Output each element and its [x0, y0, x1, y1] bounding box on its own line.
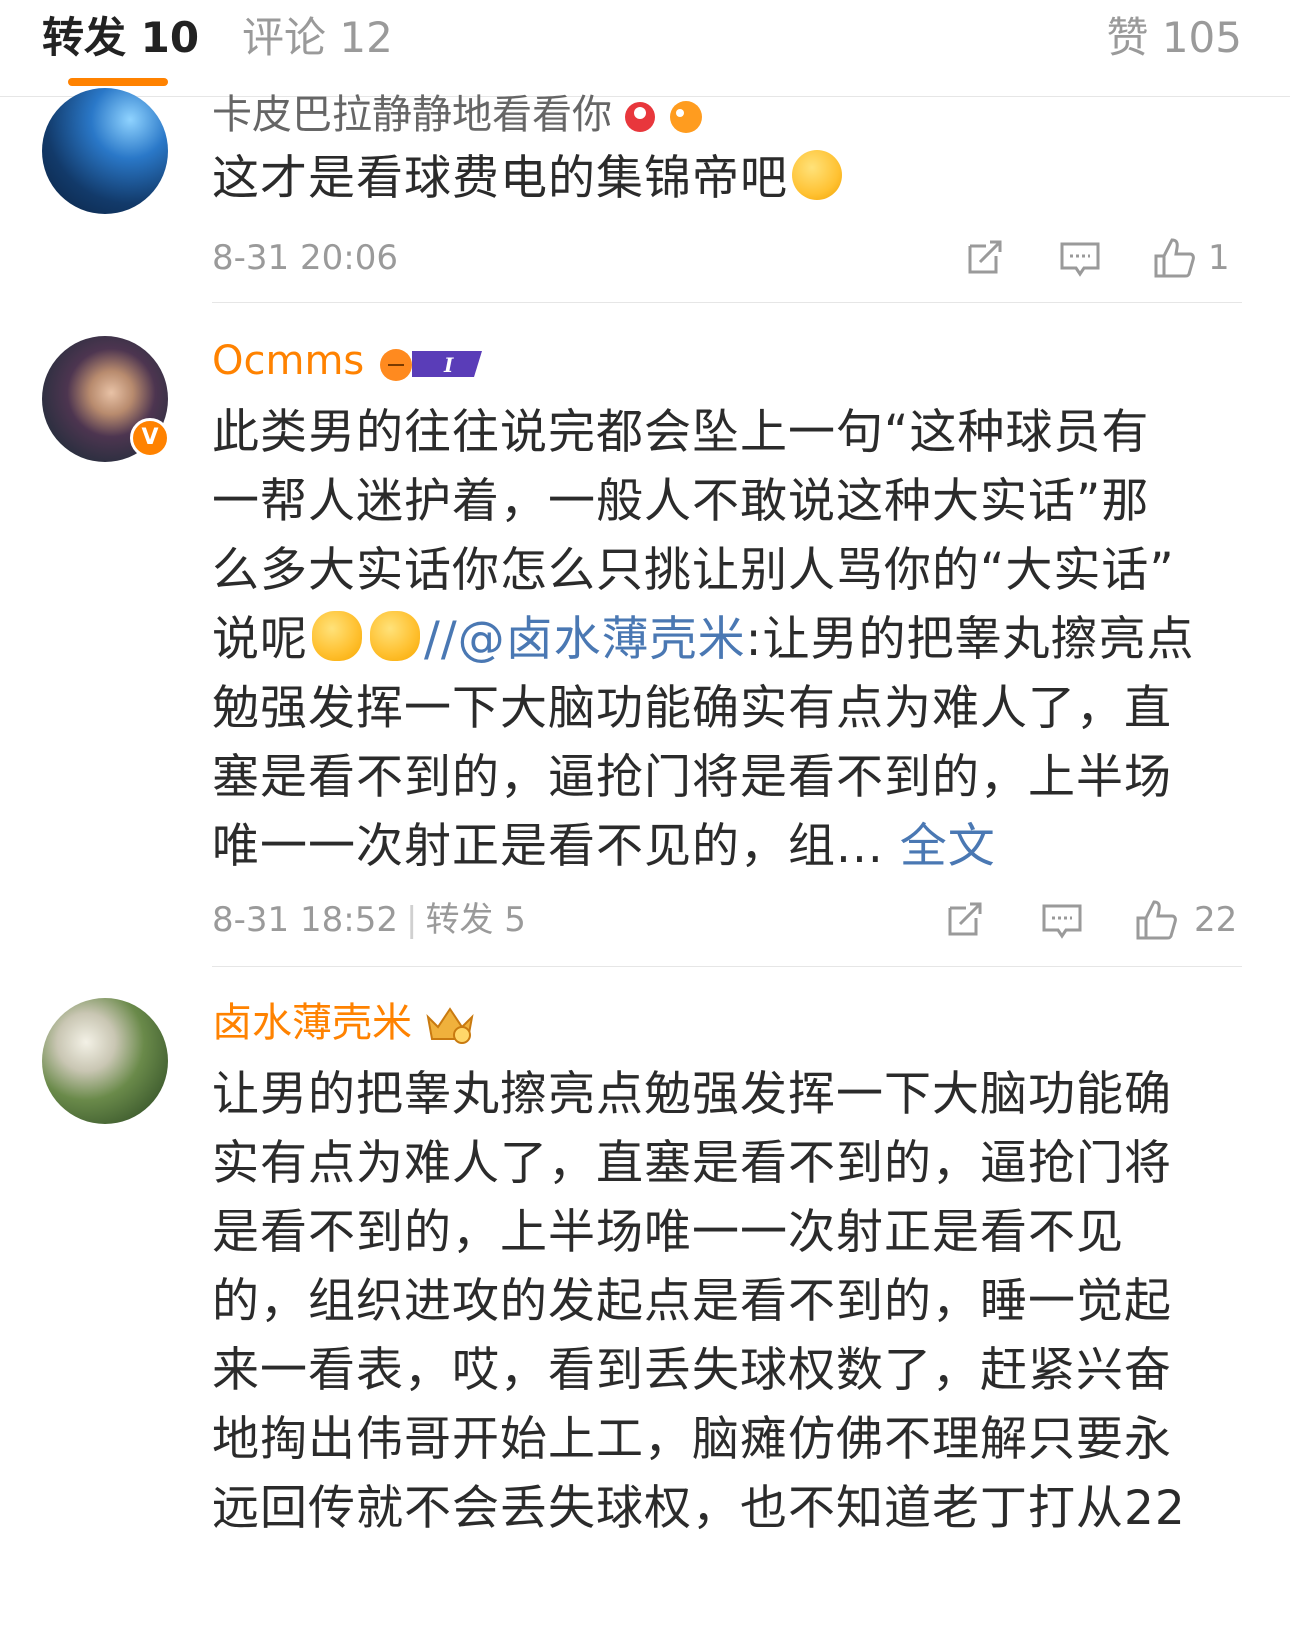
comment-text: 此类男的往往说完都会坠上一句“这种球员有 一帮人迷护着，一般人不敢说这种大实话”…: [212, 398, 1252, 881]
author-name-text[interactable]: 卤水薄壳米: [212, 1000, 412, 1046]
author-name[interactable]: 卤水薄壳米: [212, 998, 478, 1048]
like-count: 1: [1208, 238, 1230, 278]
comment-text: 这才是看球费电的集锦帝吧: [212, 144, 1252, 213]
author-name[interactable]: Ocmms I: [212, 336, 486, 386]
comment-line: :让男的把睾丸擦亮点: [745, 612, 1195, 667]
tab-like[interactable]: 赞 105: [1106, 8, 1242, 68]
comment-line: 说呢: [212, 612, 308, 667]
hug-emoji-icon: [370, 611, 420, 661]
avatar[interactable]: [42, 88, 168, 214]
hug-emoji-icon: [312, 611, 362, 661]
timestamp: 8-31 20:06: [212, 238, 398, 278]
comment-line: 此类男的往往说完都会坠上一句“这种球员有: [212, 405, 1150, 460]
mention-link[interactable]: //@卤水薄壳米: [424, 612, 746, 667]
svg-text:I: I: [443, 353, 454, 377]
verified-icon: V: [130, 418, 170, 458]
comment-line: 让男的把睾丸擦亮点勉强发挥一下大脑功能确: [212, 1067, 1172, 1122]
like-icon[interactable]: [1152, 236, 1196, 280]
separator: |: [405, 900, 418, 940]
author-name-text[interactable]: Ocmms: [212, 338, 364, 384]
badge-icon: [622, 97, 718, 137]
comment-text: 让男的把睾丸擦亮点勉强发挥一下大脑功能确 实有点为难人了，直塞是看不到的，逼抢门…: [212, 1060, 1252, 1543]
comment-meta: 8-31 18:52 | 转发 5: [212, 898, 526, 942]
comment-line: 勉强发挥一下大脑功能确实有点为难人了，直: [212, 681, 1172, 736]
comment-line: 一帮人迷护着，一般人不敢说这种大实话”那: [212, 474, 1150, 529]
crying-emoji-icon: [792, 150, 842, 200]
tab-bar: 转发 10 评论 12 赞 105: [0, 0, 1290, 97]
comment-icon[interactable]: [1040, 898, 1084, 942]
comment-line: 来一看表，哎，看到丢失球权数了，赶紧兴奋: [212, 1343, 1172, 1398]
crown-badge-icon: [422, 1003, 478, 1047]
comment-line: 这才是看球费电的集锦帝吧: [212, 151, 788, 206]
repost-icon[interactable]: [962, 236, 1006, 280]
comment-line: 唯一一次射正是看不见的，组...: [212, 819, 884, 874]
comment-line: 实有点为难人了，直塞是看不到的，逼抢门将: [212, 1136, 1172, 1191]
divider: [212, 302, 1242, 303]
like-count: 22: [1194, 900, 1238, 940]
comment-line: 塞是看不到的，逼抢门将是看不到的，上半场: [212, 750, 1172, 805]
comment-actions: 1: [962, 236, 1242, 280]
like-icon[interactable]: [1134, 898, 1178, 942]
comment-line: 的，组织进攻的发起点是看不到的，睡一觉起: [212, 1274, 1172, 1329]
tab-repost[interactable]: 转发 10: [42, 8, 199, 68]
repost-count[interactable]: 转发 5: [425, 900, 525, 940]
comment-line: 地掏出伟哥开始上工，脑瘫仿佛不理解只要永: [212, 1412, 1172, 1467]
comment-icon[interactable]: [1058, 236, 1102, 280]
avatar[interactable]: [42, 998, 168, 1124]
comment-line: 远回传就不会丢失球权，也不知道老丁打从22: [212, 1481, 1186, 1536]
author-name-text[interactable]: 卡皮巴拉静静地看看你: [212, 92, 612, 138]
tab-comment[interactable]: 评论 12: [242, 8, 393, 68]
full-text-link[interactable]: 全文: [900, 819, 996, 874]
repost-icon[interactable]: [942, 898, 986, 942]
divider: [212, 966, 1242, 967]
comment-actions: 22: [942, 898, 1242, 942]
active-tab-indicator: [68, 78, 168, 86]
comment-line: 么多大实话你怎么只挑让别人骂你的“大实话”: [212, 543, 1175, 598]
comment-line: 是看不到的，上半场唯一一次射正是看不见: [212, 1205, 1124, 1260]
timestamp: 8-31 18:52: [212, 900, 398, 940]
member-badge-icon: I: [374, 343, 486, 383]
author-name[interactable]: 卡皮巴拉静静地看看你: [212, 90, 718, 140]
